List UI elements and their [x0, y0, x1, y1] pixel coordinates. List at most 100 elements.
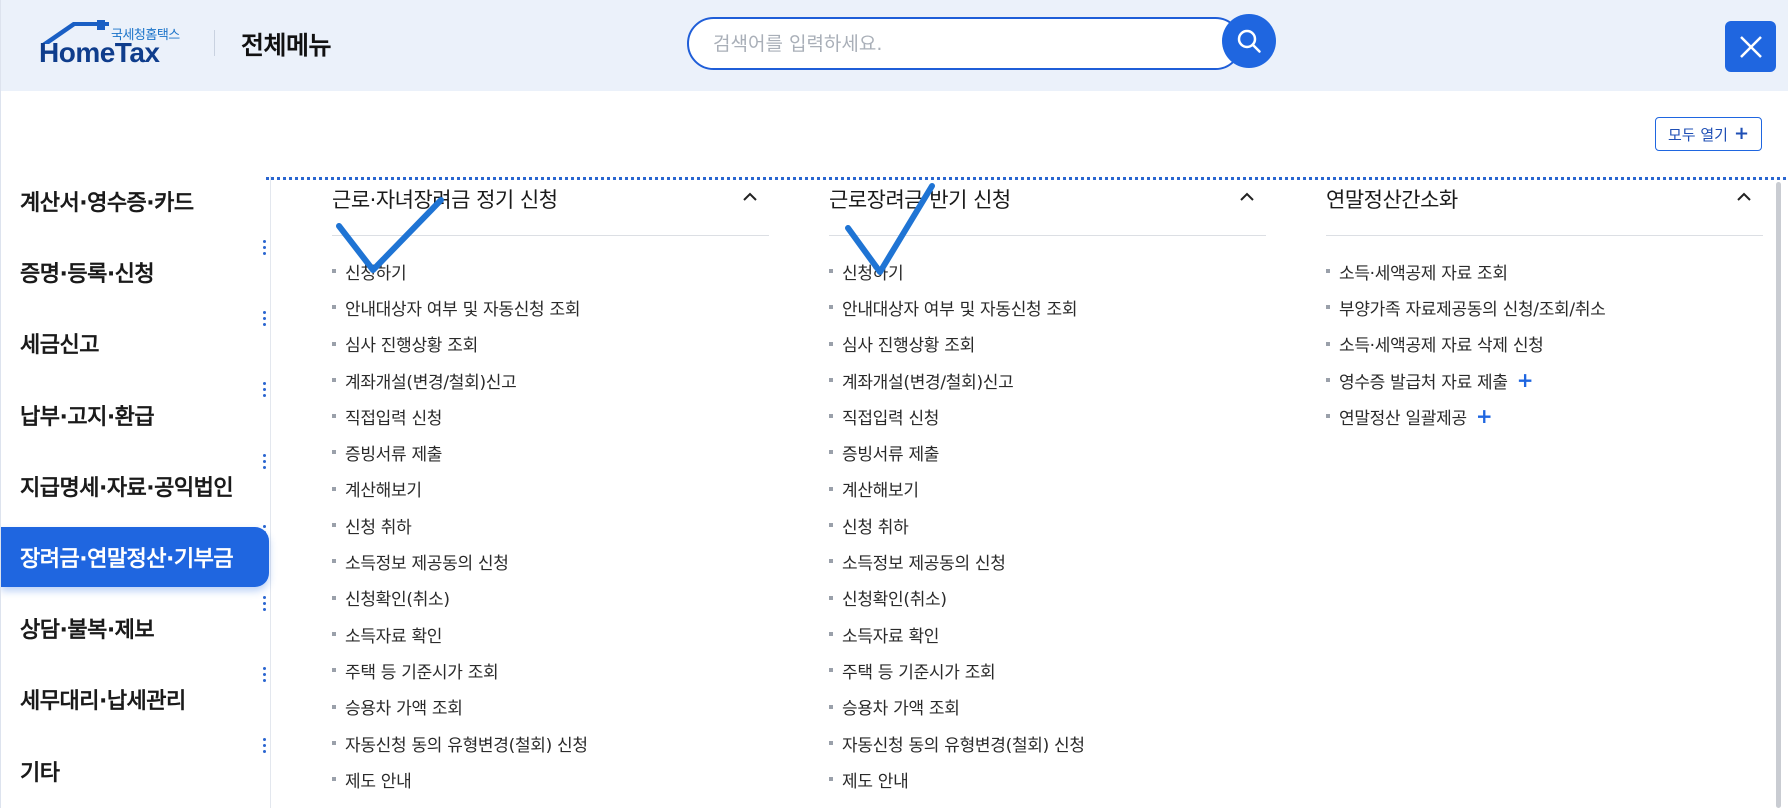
- menu-item[interactable]: 계좌개설(변경/철회)신고: [332, 362, 769, 398]
- menu-item[interactable]: 소득정보 제공동의 신청: [829, 543, 1266, 579]
- sidebar-item-label: 상담·불복·제보: [20, 618, 155, 644]
- sidebar-item[interactable]: 기타: [1, 741, 269, 801]
- menu-item-label: 승용차 가액 조회: [345, 699, 463, 720]
- menu-item[interactable]: 제도 안내: [829, 761, 1266, 797]
- menu-item[interactable]: 신청확인(취소): [332, 580, 769, 616]
- menu-item[interactable]: 계산해보기: [332, 471, 769, 507]
- menu-item[interactable]: 심사 진행상황 조회: [332, 326, 769, 362]
- plus-icon[interactable]: +: [1476, 406, 1493, 426]
- chevron-up-icon[interactable]: [1238, 188, 1256, 206]
- menu-item[interactable]: 직접입력 신청: [332, 398, 769, 434]
- column-title: 근로장려금 반기 신청: [829, 188, 1011, 212]
- menu-item[interactable]: 안내대상자 여부 및 자동신청 조회: [829, 289, 1266, 325]
- menu-column-2: 근로장려금 반기 신청신청하기 안내대상자 여부 및 자동신청 조회심사 진행상황…: [829, 178, 1266, 797]
- chevron-up-icon[interactable]: [741, 188, 759, 206]
- sidebar-item[interactable]: 계산서·영수증·카드: [1, 171, 269, 231]
- menu-item[interactable]: 소득자료 확인: [829, 616, 1266, 652]
- menu-item[interactable]: 계산해보기: [829, 471, 1266, 507]
- menu-item-label: 심사 진행상황 조회: [842, 336, 975, 357]
- search-button[interactable]: [1222, 14, 1276, 68]
- sidebar-item-label: 지급명세·자료·공익법인: [20, 475, 234, 501]
- menu-item-label: 영수증 발급처 자료 제출: [1339, 372, 1508, 393]
- sidebar-item[interactable]: 납부·고지·환급: [1, 385, 269, 445]
- menu-item-label: 신청 취하: [345, 517, 412, 538]
- chevron-up-icon[interactable]: [1735, 188, 1753, 206]
- menu-item-label: 신청확인(취소): [345, 590, 450, 611]
- sidebar-item-label: 증명·등록·신청: [20, 262, 155, 288]
- menu-item[interactable]: 심사 진행상황 조회: [829, 326, 1266, 362]
- expand-all-label: 모두 열기: [1667, 125, 1728, 144]
- menu-item-label: 직접입력 신청: [345, 408, 443, 429]
- menu-item[interactable]: 소득·세액공제 자료 삭제 신청: [1326, 326, 1763, 362]
- sidebar-item[interactable]: 증명·등록·신청: [1, 242, 269, 302]
- menu-item-label: 소득자료 확인: [345, 626, 443, 647]
- menu-item-label: 승용차 가액 조회: [842, 699, 960, 720]
- menu-item-label: 계좌개설(변경/철회)신고: [345, 372, 517, 393]
- menu-item[interactable]: 신청하기: [829, 253, 1266, 289]
- menu-item-label: 연말정산 일괄제공: [1339, 408, 1467, 429]
- sidebar-item[interactable]: 상담·불복·제보: [1, 598, 269, 658]
- search-input[interactable]: [713, 30, 1183, 58]
- menu-item-label: 제도 안내: [345, 771, 412, 792]
- column-title: 근로·자녀장려금 정기 신청: [332, 188, 558, 212]
- menu-item[interactable]: 신청 취하: [829, 507, 1266, 543]
- menu-item[interactable]: 계좌개설(변경/철회)신고: [829, 362, 1266, 398]
- menu-item[interactable]: 안내대상자 여부 및 자동신청 조회: [332, 289, 769, 325]
- close-button[interactable]: [1725, 21, 1776, 72]
- menu-item-label: 주택 등 기준시가 조회: [345, 662, 499, 683]
- scrollbar-thumb[interactable]: [1776, 182, 1781, 808]
- column-header[interactable]: 근로·자녀장려금 정기 신청: [332, 178, 769, 236]
- menu-item-label: 계산해보기: [842, 481, 919, 502]
- menu-column-1: 근로·자녀장려금 정기 신청신청하기안내대상자 여부 및 자동신청 조회심사 진…: [332, 178, 769, 797]
- menu-item-label: 신청하기: [345, 263, 407, 284]
- header-divider: [214, 30, 215, 56]
- menu-item[interactable]: 소득자료 확인: [332, 616, 769, 652]
- menu-item-label: 소득·세액공제 자료 삭제 신청: [1339, 336, 1544, 357]
- page-title: 전체메뉴: [241, 31, 332, 60]
- menu-item[interactable]: 신청하기: [332, 253, 769, 289]
- menu-list: 신청하기 안내대상자 여부 및 자동신청 조회심사 진행상황 조회계좌개설(변경/…: [829, 253, 1266, 797]
- menu-item-label: 자동신청 동의 유형변경(철회) 신청: [842, 735, 1085, 756]
- sidebar-item[interactable]: 세금신고: [1, 313, 269, 373]
- menu-item[interactable]: 부양가족 자료제공동의 신청/조회/취소: [1326, 289, 1763, 325]
- sidebar: 계산서·영수증·카드증명·등록·신청세금신고납부·고지·환급지급명세·자료·공익…: [1, 178, 271, 808]
- sidebar-item-label: 계산서·영수증·카드: [20, 191, 194, 216]
- menu-list: 소득·세액공제 자료 조회부양가족 자료제공동의 신청/조회/취소소득·세액공제…: [1326, 253, 1763, 434]
- menu-item-label: 소득·세액공제 자료 조회: [1339, 263, 1508, 284]
- menu-item[interactable]: 연말정산 일괄제공 +: [1326, 398, 1763, 434]
- menu-item-label: 계산해보기: [345, 481, 422, 502]
- menu-item[interactable]: 증빙서류 제출: [332, 434, 769, 470]
- menu-item[interactable]: 증빙서류 제출: [829, 434, 1266, 470]
- menu-item[interactable]: 자동신청 동의 유형변경(철회) 신청: [332, 725, 769, 761]
- menu-item-label: 심사 진행상황 조회: [345, 336, 478, 357]
- column-header[interactable]: 근로장려금 반기 신청: [829, 178, 1266, 236]
- menu-item[interactable]: 제도 안내: [332, 761, 769, 797]
- sidebar-item-label: 납부·고지·환급: [20, 404, 155, 430]
- menu-item[interactable]: 승용차 가액 조회: [332, 689, 769, 725]
- menu-item[interactable]: 영수증 발급처 자료 제출 +: [1326, 362, 1763, 398]
- sidebar-item[interactable]: 장려금·연말정산·기부금: [1, 527, 269, 587]
- menu-item[interactable]: 신청확인(취소): [829, 580, 1266, 616]
- menu-item[interactable]: 소득정보 제공동의 신청: [332, 543, 769, 579]
- search-icon: [1237, 29, 1261, 53]
- menu-item[interactable]: 자동신청 동의 유형변경(철회) 신청: [829, 725, 1266, 761]
- menu-item[interactable]: 주택 등 기준시가 조회: [332, 652, 769, 688]
- menu-list: 신청하기안내대상자 여부 및 자동신청 조회심사 진행상황 조회계좌개설(변경/…: [332, 253, 769, 797]
- header: 국세청홈택스 HomeTax 전체메뉴: [1, 0, 1788, 91]
- hometax-logo[interactable]: 국세청홈택스 HomeTax: [39, 20, 189, 70]
- menu-item-label: 소득정보 제공동의 신청: [345, 554, 509, 575]
- menu-item[interactable]: 주택 등 기준시가 조회: [829, 652, 1266, 688]
- menu-item-label: 부양가족 자료제공동의 신청/조회/취소: [1339, 299, 1606, 320]
- menu-item-label: 직접입력 신청: [842, 408, 940, 429]
- menu-item[interactable]: 승용차 가액 조회: [829, 689, 1266, 725]
- expand-all-button[interactable]: 모두 열기 +: [1655, 117, 1762, 151]
- sidebar-item[interactable]: 지급명세·자료·공익법인: [1, 456, 269, 516]
- menu-item[interactable]: 직접입력 신청: [829, 398, 1266, 434]
- column-header[interactable]: 연말정산간소화: [1326, 178, 1763, 236]
- menu-item[interactable]: 소득·세액공제 자료 조회: [1326, 253, 1763, 289]
- plus-icon[interactable]: +: [1517, 370, 1534, 390]
- sidebar-item[interactable]: 세무대리·납세관리: [1, 669, 269, 729]
- menu-item-label: 안내대상자 여부 및 자동신청 조회: [345, 299, 581, 320]
- menu-column-3: 연말정산간소화소득·세액공제 자료 조회부양가족 자료제공동의 신청/조회/취소…: [1326, 178, 1763, 434]
- menu-item[interactable]: 신청 취하: [332, 507, 769, 543]
